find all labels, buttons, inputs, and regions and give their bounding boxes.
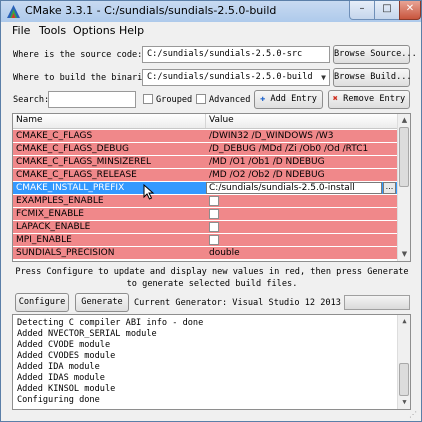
scroll-up-icon[interactable]: ▲ bbox=[399, 316, 410, 327]
menu-file[interactable]: File bbox=[12, 24, 30, 37]
log-line: Added CVODES module bbox=[17, 351, 116, 361]
log-line: Added IDAS module bbox=[17, 373, 105, 383]
value-column-header[interactable]: Value bbox=[209, 115, 234, 125]
output-scrollbar[interactable]: ▲ ▼ bbox=[397, 315, 410, 409]
remove-entry-button[interactable]: ✖ Remove Entry bbox=[328, 90, 410, 109]
configure-hint: Press Configure to update and display ne… bbox=[15, 267, 409, 289]
entry-name: CMAKE_INSTALL_PREFIX bbox=[16, 183, 125, 193]
log-line: Added CVODE module bbox=[17, 340, 111, 350]
configure-button[interactable]: Configure bbox=[15, 293, 69, 312]
table-row[interactable]: LAPACK_ENABLE bbox=[13, 221, 397, 233]
path-browse-button[interactable]: ... bbox=[383, 182, 396, 194]
mouse-cursor-icon bbox=[143, 184, 155, 200]
scrollbar-thumb[interactable] bbox=[399, 127, 409, 187]
entry-value: double bbox=[209, 248, 240, 258]
search-label: Search: bbox=[13, 95, 50, 105]
entry-value: /D_DEBUG /MDd /Zi /Ob0 /Od /RTC1 bbox=[209, 144, 369, 154]
entry-value: /MD /O2 /Ob2 /D NDEBUG bbox=[209, 170, 325, 180]
current-generator-label: Current Generator: Visual Studio 12 2013… bbox=[134, 298, 372, 308]
browse-build-button[interactable]: Browse Build... bbox=[333, 68, 412, 87]
maximize-button[interactable]: □ bbox=[374, 1, 400, 20]
log-line: Detecting C compiler ABI info - done bbox=[17, 318, 204, 328]
table-row[interactable]: EXAMPLES_ENABLE bbox=[13, 195, 397, 207]
table-row[interactable]: CMAKE_C_FLAGS_RELEASE /MD /O2 /Ob2 /D ND… bbox=[13, 169, 397, 181]
table-row[interactable]: CMAKE_C_FLAGS /DWIN32 /D_WINDOWS /W3 bbox=[13, 130, 397, 142]
build-label: Where to build the binaries: bbox=[13, 73, 158, 83]
table-row[interactable]: SUNDIALS_PRECISION double bbox=[13, 247, 397, 259]
name-column-header[interactable]: Name bbox=[16, 115, 43, 125]
menu-help[interactable]: Help bbox=[119, 24, 144, 37]
entry-name: CMAKE_C_FLAGS_MINSIZEREL bbox=[16, 157, 151, 167]
entry-checkbox[interactable] bbox=[209, 196, 219, 206]
cmake-logo-icon bbox=[7, 5, 20, 18]
entry-checkbox[interactable] bbox=[209, 222, 219, 232]
advanced-checkbox[interactable] bbox=[196, 94, 206, 104]
entry-checkbox[interactable] bbox=[209, 235, 219, 245]
entry-checkbox[interactable] bbox=[209, 209, 219, 219]
cmake-window: CMake 3.3.1 - C:/sundials/sundials-2.5.0… bbox=[0, 0, 422, 422]
table-scrollbar[interactable]: ▲ ▼ bbox=[397, 114, 410, 261]
menu-bar: File Tools Options Help bbox=[1, 22, 421, 40]
scroll-down-icon[interactable]: ▼ bbox=[399, 397, 410, 408]
grouped-checkbox[interactable] bbox=[143, 94, 153, 104]
log-line: Added NVECTOR_SERIAL module bbox=[17, 329, 157, 339]
progress-bar bbox=[344, 295, 410, 310]
entry-name: CMAKE_C_FLAGS bbox=[16, 131, 93, 141]
source-label: Where is the source code: bbox=[13, 50, 143, 60]
entry-name: LAPACK_ENABLE bbox=[16, 222, 91, 232]
table-row[interactable]: CMAKE_C_FLAGS_DEBUG /D_DEBUG /MDd /Zi /O… bbox=[13, 143, 397, 155]
resize-grip-icon[interactable]: ⋰ bbox=[409, 409, 420, 420]
source-path-input[interactable]: C:/sundials/sundials-2.5.0-src bbox=[142, 46, 330, 63]
add-entry-button[interactable]: ✚ Add Entry bbox=[254, 90, 323, 109]
table-row[interactable]: FCMIX_ENABLE bbox=[13, 208, 397, 220]
entry-name: CMAKE_C_FLAGS_DEBUG bbox=[16, 144, 130, 154]
table-row-selected[interactable]: CMAKE_INSTALL_PREFIX C:/sundials/sundial… bbox=[13, 182, 397, 194]
log-line: Added KINSOL module bbox=[17, 384, 116, 394]
entry-name: EXAMPLES_ENABLE bbox=[16, 196, 104, 206]
grouped-label: Grouped bbox=[156, 95, 193, 105]
build-path-combo[interactable]: C:/sundials/sundials-2.5.0-build ▼ bbox=[142, 69, 330, 86]
window-title: CMake 3.3.1 - C:/sundials/sundials-2.5.0… bbox=[25, 4, 277, 17]
column-divider[interactable] bbox=[205, 114, 206, 128]
generate-button[interactable]: Generate bbox=[75, 293, 129, 312]
minimize-button[interactable]: – bbox=[349, 1, 375, 20]
table-header: Name Value bbox=[13, 114, 397, 129]
plus-icon: ✚ bbox=[260, 94, 266, 104]
title-bar[interactable]: CMake 3.3.1 - C:/sundials/sundials-2.5.0… bbox=[1, 1, 421, 22]
advanced-label: Advanced bbox=[209, 95, 251, 105]
entry-name: MPI_ENABLE bbox=[16, 235, 72, 245]
table-row[interactable]: CMAKE_C_FLAGS_MINSIZEREL /MD /O1 /Ob1 /D… bbox=[13, 156, 397, 168]
menu-options[interactable]: Options bbox=[73, 24, 115, 37]
browse-source-button[interactable]: Browse Source... bbox=[333, 45, 417, 64]
log-line: Added IDA module bbox=[17, 362, 100, 372]
build-path-value: C:/sundials/sundials-2.5.0-build bbox=[147, 72, 313, 82]
scroll-up-icon[interactable]: ▲ bbox=[399, 115, 410, 126]
scrollbar-thumb[interactable] bbox=[399, 363, 409, 396]
chevron-down-icon[interactable]: ▼ bbox=[321, 70, 326, 85]
search-input[interactable] bbox=[48, 91, 136, 108]
install-prefix-input[interactable]: C:/sundials/sundials-2.5.0-install bbox=[206, 182, 382, 194]
close-button[interactable]: ✕ bbox=[399, 1, 421, 20]
remove-entry-label: Remove Entry bbox=[343, 94, 406, 104]
entry-value: /MD /O1 /Ob1 /D NDEBUG bbox=[209, 157, 325, 167]
menu-tools[interactable]: Tools bbox=[39, 24, 66, 37]
output-log[interactable]: Detecting C compiler ABI info - done Add… bbox=[12, 314, 411, 410]
entry-name: FCMIX_ENABLE bbox=[16, 209, 84, 219]
remove-icon: ✖ bbox=[332, 94, 338, 104]
add-entry-label: Add Entry bbox=[270, 94, 317, 104]
log-line: Configuring done bbox=[17, 395, 100, 405]
scroll-down-icon[interactable]: ▼ bbox=[399, 249, 410, 260]
entry-name: CMAKE_C_FLAGS_RELEASE bbox=[16, 170, 137, 180]
cache-table[interactable]: Name Value CMAKE_C_FLAGS /DWIN32 /D_WIND… bbox=[12, 113, 411, 262]
entry-name: SUNDIALS_PRECISION bbox=[16, 248, 115, 258]
entry-value: /DWIN32 /D_WINDOWS /W3 bbox=[209, 131, 334, 141]
table-row[interactable]: MPI_ENABLE bbox=[13, 234, 397, 246]
